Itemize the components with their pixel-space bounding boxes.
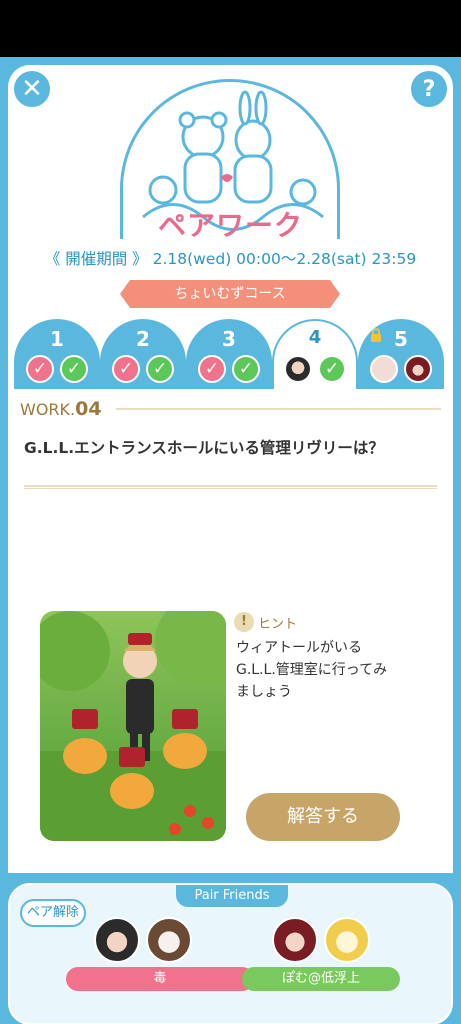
page-title: ペアワーク [157,209,303,242]
check-icon: ✓ [26,355,54,383]
avatar-placeholder [370,355,398,383]
tab-work-2[interactable]: 2 ✓ ✓ [100,319,186,391]
check-icon: ✓ [198,355,226,383]
check-icon: ✓ [112,355,140,383]
pair-work-screen: ✕ ? ペアワーク 《 開催期間 》 2.18(wed) 00:00〜2.28(… [0,57,461,1024]
pair-friends-box: Pair Friends ペア解除 毒 ぽむ@低浮上 [8,883,453,1024]
hint-label: ヒント [258,617,298,632]
check-icon: ✓ [146,355,174,383]
close-button[interactable]: ✕ [12,69,52,109]
friend-pet-avatar[interactable] [146,917,192,963]
friend-avatar[interactable] [94,917,140,963]
exclamation-icon: ! [234,612,254,632]
work-content: WORK.04 G.L.L.エントランスホールにいる管理リヴリーは？ ! ヒント… [8,389,453,929]
avatar [404,355,432,383]
tab-number: 4 [308,327,322,348]
tab-number: 3 [222,327,236,351]
question-text: G.L.L.エントランスホールにいる管理リヴリーは？ [24,439,384,457]
check-icon: ✓ [232,355,260,383]
pair-friends-title: Pair Friends [176,885,288,907]
tab-work-5[interactable]: 5 [358,319,444,391]
pair-friends-panel: Pair Friends ペア解除 毒 ぽむ@低浮上 [8,873,453,1024]
tab-number: 2 [136,327,150,351]
work-prefix: WORK. [20,400,76,419]
tab-number: 1 [50,327,64,351]
check-icon: ✓ [60,355,88,383]
tab-number: 5 [394,327,408,351]
unpair-button[interactable]: ペア解除 [20,899,86,927]
divider [24,485,437,489]
hint-text: ウィアトールがいる G.L.L.管理室に行ってみ ましょう [236,640,388,700]
hint-illustration [40,611,226,841]
character-scene-image [40,611,226,841]
friend-avatar[interactable] [272,917,318,963]
tab-work-1[interactable]: 1 ✓ ✓ [14,319,100,391]
avatar [284,355,312,383]
work-number: 04 [75,398,102,420]
help-button[interactable]: ? [409,69,449,109]
close-icon: ✕ [21,74,43,104]
friend-name: 毒 [66,967,254,991]
answer-button[interactable]: 解答する [246,793,400,841]
course-ribbon: ちょいむずコース [120,280,340,308]
check-icon: ✓ [318,355,346,383]
help-icon: ? [422,76,436,102]
work-heading: WORK.04 [20,398,102,420]
divider [116,408,441,410]
work-tabs: 1 ✓ ✓ 2 ✓ ✓ 3 ✓ ✓ 4 ✓ 5 [0,317,461,391]
friend-name: ぽむ@低浮上 [242,967,400,991]
event-period: 《 開催期間 》 2.18(wed) 00:00〜2.28(sat) 23:59 [44,250,417,268]
tab-work-4[interactable]: 4 ✓ [272,319,358,391]
friend-pet-avatar[interactable] [324,917,370,963]
tab-work-3[interactable]: 3 ✓ ✓ [186,319,272,391]
